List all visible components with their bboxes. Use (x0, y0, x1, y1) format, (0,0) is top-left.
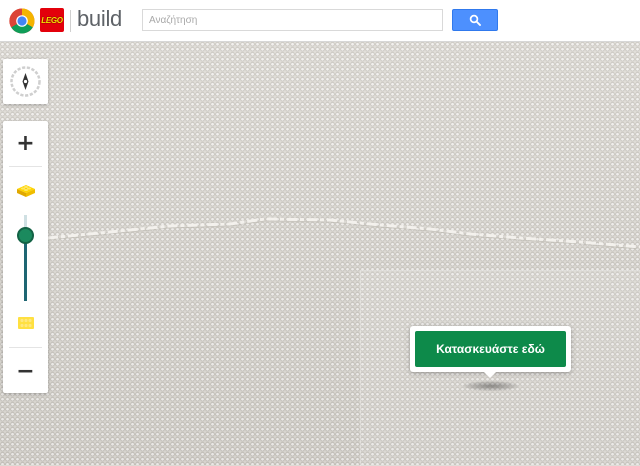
zoom-slider-handle[interactable] (17, 227, 34, 244)
search-icon (469, 14, 481, 26)
brand-word[interactable]: build (77, 6, 122, 32)
brand-divider (70, 10, 71, 32)
chrome-logo-icon (9, 8, 35, 34)
lego-brick-icon (16, 185, 35, 197)
zoom-divider (9, 166, 42, 167)
lego-plate-button[interactable] (3, 301, 48, 345)
lego-logo-text: LEGO (41, 15, 63, 25)
lego-plate-icon (17, 317, 34, 329)
pin-shadow (463, 381, 519, 391)
build-here-button[interactable]: Κατασκευάστε εδώ (415, 331, 566, 367)
lego-brick-button[interactable] (3, 168, 48, 212)
search-button[interactable] (452, 9, 498, 31)
compass-icon[interactable] (3, 59, 48, 104)
lego-logo[interactable]: LEGO (40, 8, 64, 32)
zoom-divider (9, 347, 42, 348)
zoom-in-button[interactable]: + (3, 121, 48, 165)
search-input[interactable] (142, 9, 443, 31)
compass-control[interactable] (3, 59, 48, 104)
top-bar: LEGO build (0, 0, 640, 42)
zoom-control: + − (3, 121, 48, 393)
callout-pointer (483, 371, 497, 378)
zoom-out-button[interactable]: − (3, 349, 48, 393)
